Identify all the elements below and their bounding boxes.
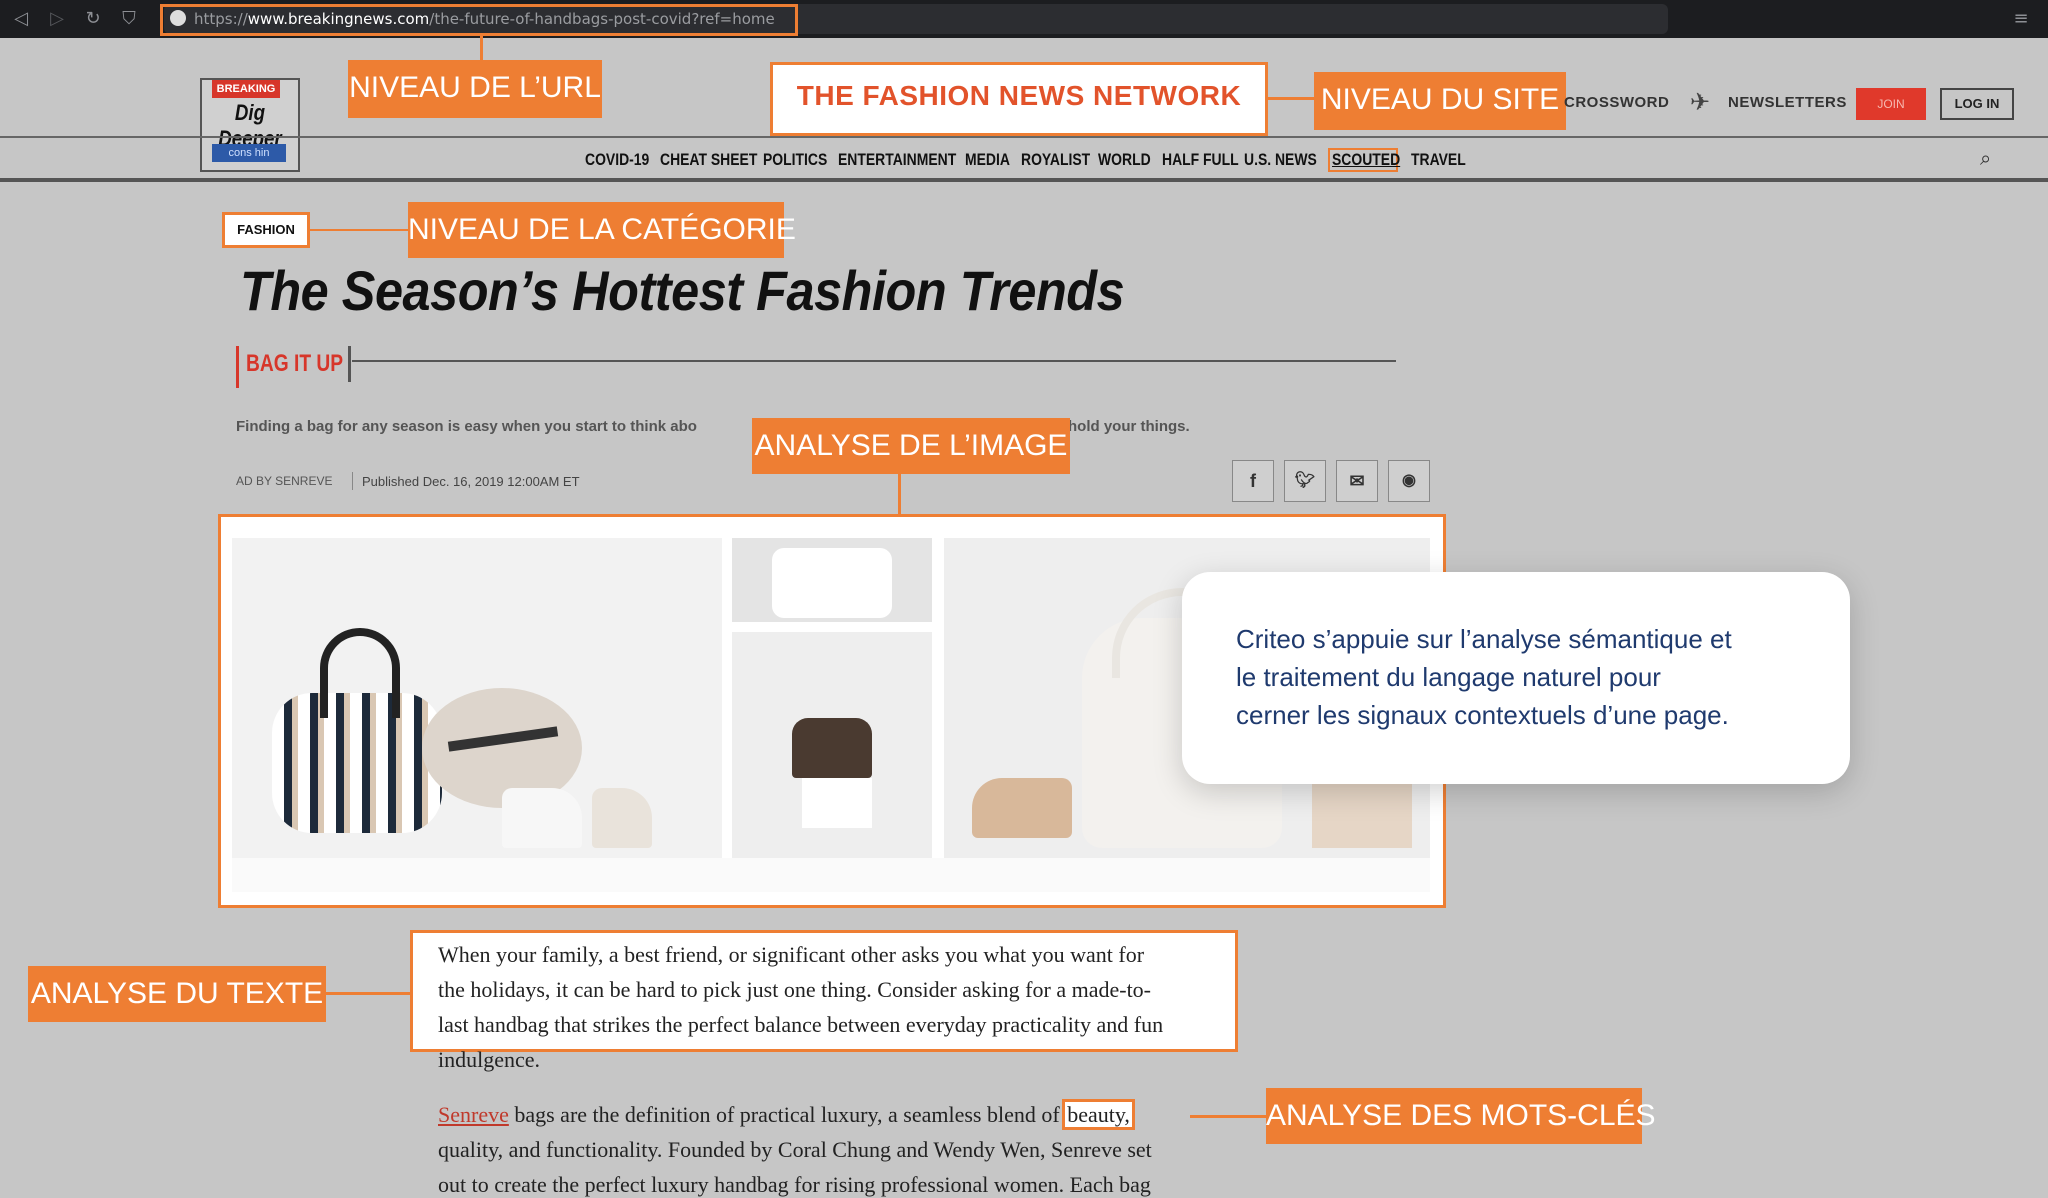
facebook-icon[interactable]: f xyxy=(1232,460,1274,502)
paragraph-line: Senreve bags are the definition of pract… xyxy=(438,1097,1152,1132)
nav-scouted[interactable]: SCOUTED xyxy=(1332,150,1400,170)
paragraph-line: indulgence. xyxy=(438,1047,541,1072)
text-analysis-tag: ANALYSE DU TEXTE xyxy=(28,966,326,1022)
reddit-icon[interactable]: ◉ xyxy=(1388,460,1430,502)
back-icon[interactable]: ◁ xyxy=(10,8,32,30)
url-highlight-box xyxy=(160,4,798,36)
nav-politics[interactable]: POLITICS xyxy=(763,150,827,170)
nav-cheat-sheet[interactable]: CHEAT SHEET xyxy=(660,150,757,170)
nav-half-full[interactable]: HALF FULL xyxy=(1162,150,1239,170)
nav-world[interactable]: WORLD xyxy=(1098,150,1151,170)
header-divider xyxy=(0,136,2048,138)
logo-top-label: BREAKING xyxy=(212,80,280,98)
callout-line: le traitement du langage naturel pour xyxy=(1236,662,1661,692)
nav-travel[interactable]: TRAVEL xyxy=(1411,150,1466,170)
bookmark-icon[interactable]: ⛉ xyxy=(118,8,140,30)
paragraph-line: last handbag that strikes the perfect ba… xyxy=(438,1012,1164,1037)
site-name[interactable]: THE FASHION NEWS NETWORK xyxy=(770,80,1268,112)
callout-line: Criteo s’appuie sur l’analyse sémantique… xyxy=(1236,624,1732,654)
article-title: The Season’s Hottest Fashion Trends xyxy=(240,259,1125,322)
logo-sub-label: cons hin xyxy=(212,144,286,162)
text-connector xyxy=(326,992,410,995)
twitter-icon[interactable]: 🐦︎ xyxy=(1284,460,1326,502)
crossword-link[interactable]: CROSSWORD xyxy=(1564,94,1669,111)
nav-divider xyxy=(0,178,2048,182)
url-connector xyxy=(480,36,483,60)
dek-text-right: hold your things. xyxy=(1068,418,1190,435)
dek-text-left: Finding a bag for any season is easy whe… xyxy=(236,418,697,435)
rubric-rule xyxy=(352,360,1396,362)
paragraph-text: bags are the definition of practical lux… xyxy=(508,1102,1066,1127)
callout-line: cerner les signaux contextuels d’une pag… xyxy=(1236,700,1729,730)
meta-divider xyxy=(352,472,353,490)
email-icon[interactable]: ✉ xyxy=(1336,460,1378,502)
nav-entertainment[interactable]: ENTERTAINMENT xyxy=(838,150,956,170)
keyword-highlight: beauty, xyxy=(1062,1099,1135,1130)
join-button[interactable]: JOIN xyxy=(1856,88,1926,120)
callout-text: Criteo s’appuie sur l’analyse sémantique… xyxy=(1236,620,1732,734)
image-analysis-tag: ANALYSE DE L’IMAGE xyxy=(752,418,1070,474)
paragraph-line: the holidays, it can be hard to pick jus… xyxy=(438,977,1152,1002)
senreve-link[interactable]: Senreve xyxy=(438,1102,509,1127)
paragraph-line: out to create the perfect luxury handbag… xyxy=(438,1172,1151,1197)
ad-by-label: AD BY SENREVE xyxy=(236,474,333,488)
keyword-analysis-tag: ANALYSE DES MOTS-CLÉS xyxy=(1266,1088,1656,1144)
rubric-label: BAG IT UP xyxy=(246,350,344,377)
paragraph-line: When your family, a best friend, or sign… xyxy=(438,942,1145,967)
nav-us-news[interactable]: U.S. NEWS xyxy=(1244,150,1317,170)
reload-icon[interactable]: ↻ xyxy=(82,8,104,30)
search-icon[interactable]: ⌕ xyxy=(1980,146,1991,170)
rubric-bar-right xyxy=(348,346,351,382)
nav-royalist[interactable]: ROYALIST xyxy=(1021,150,1090,170)
site-connector xyxy=(1268,97,1314,100)
url-level-tag: NIVEAU DE L’URL xyxy=(348,60,602,118)
rubric-bar-left xyxy=(236,346,239,388)
paragraph-line: quality, and functionality. Founded by C… xyxy=(438,1137,1152,1162)
category-badge[interactable]: FASHION xyxy=(222,212,310,248)
login-button[interactable]: LOG IN xyxy=(1940,88,2014,120)
menu-icon[interactable]: ≡ xyxy=(2010,8,2032,30)
nav-covid[interactable]: COVID-19 xyxy=(585,150,649,170)
paragraph-1: When your family, a best friend, or sign… xyxy=(438,937,1163,1077)
category-connector xyxy=(310,229,410,231)
published-date: Published Dec. 16, 2019 12:00AM ET xyxy=(362,474,580,489)
newsletters-link[interactable]: NEWSLETTERS xyxy=(1728,94,1847,111)
paper-plane-icon: ✈ xyxy=(1690,88,1711,116)
keyword-connector xyxy=(1190,1115,1266,1118)
forward-icon[interactable]: ▷ xyxy=(46,8,68,30)
nav-media[interactable]: MEDIA xyxy=(965,150,1010,170)
image-connector xyxy=(898,474,901,514)
category-level-tag: NIVEAU DE LA CATÉGORIE xyxy=(408,202,796,258)
paragraph-2: Senreve bags are the definition of pract… xyxy=(438,1097,1152,1198)
site-level-tag: NIVEAU DU SITE xyxy=(1314,72,1566,130)
